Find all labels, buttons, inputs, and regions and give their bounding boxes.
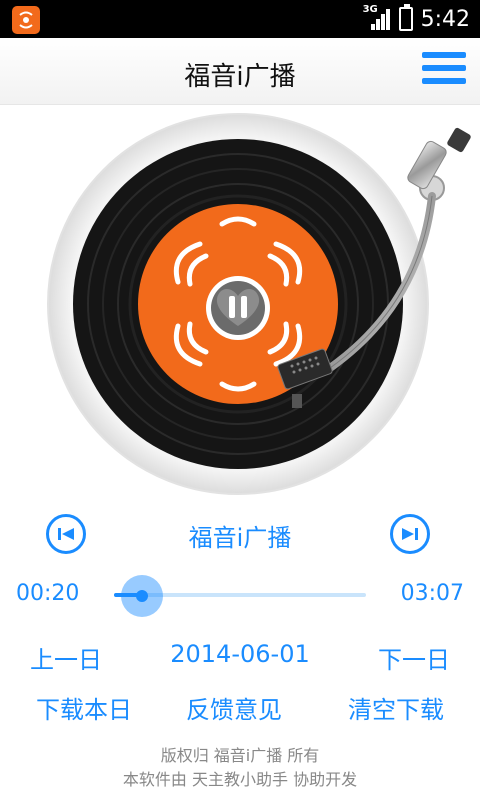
copyright-text: 版权归 福音i广播 所有 [160,746,320,765]
app-notification-icon [12,6,40,34]
feedback-button[interactable]: 反馈意见 [186,690,282,725]
battery-icon [398,4,413,31]
signal-icon: 3G [363,4,391,32]
now-playing-title: 福音i广播 [188,524,292,552]
clock-time: 5:42 [420,6,470,32]
pause-button[interactable] [206,276,270,340]
menu-button[interactable] [422,52,466,88]
progress-thumb[interactable] [120,575,163,617]
next-track-button[interactable] [390,514,430,554]
total-duration: 03:07 [400,581,464,606]
next-day-button[interactable]: 下一日 [378,640,450,675]
app-header: 福音i广播 [0,38,480,105]
clear-downloads-button[interactable]: 清空下载 [348,690,444,725]
current-date: 2014-06-01 [170,640,310,668]
credits-text: 本软件由 天主教小助手 协助开发 [122,770,358,789]
previous-day-button[interactable]: 上一日 [30,640,102,675]
record-player [0,104,480,504]
page-title: 福音i广播 [184,62,296,92]
status-bar: 3G 5:42 [0,0,480,38]
previous-track-button[interactable] [46,514,86,554]
elapsed-time: 00:20 [16,581,80,606]
download-today-button[interactable]: 下载本日 [36,690,132,725]
